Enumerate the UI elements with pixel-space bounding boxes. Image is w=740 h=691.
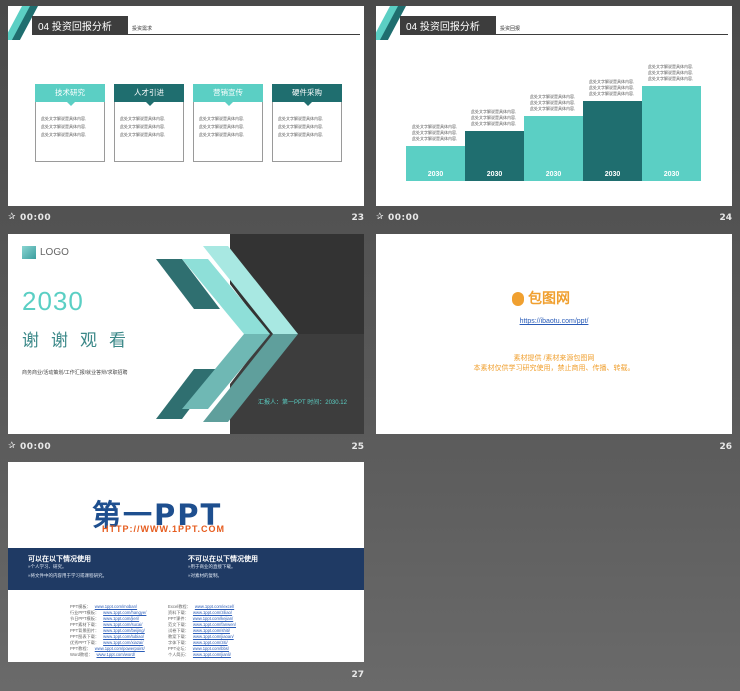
slide-number: 24 bbox=[719, 213, 732, 223]
ibaotu-logo-icon bbox=[512, 292, 524, 307]
slide-timing: 00:00 bbox=[20, 442, 52, 452]
transition-star-icon[interactable]: ✰ bbox=[8, 212, 16, 222]
step-bar-text: 此处文字解说是具体内容, 此处文字解说是具体内容, 此处文字解说是具体内容, bbox=[412, 124, 458, 141]
cannot-use-item: »用于商业的直接下载。 bbox=[188, 564, 236, 569]
slide-timing: 00:00 bbox=[388, 213, 420, 223]
step-bar-label: 2030 bbox=[604, 171, 621, 178]
header-rule bbox=[32, 34, 360, 35]
transition-star-icon[interactable]: ✰ bbox=[8, 441, 16, 451]
slide-title: 04 投资回报分析 bbox=[38, 22, 112, 33]
can-use-item: »将文件中的内容用于学习或课程研究。 bbox=[28, 573, 108, 578]
card-talent: 人才引进 此处文字解说是具体内容, 此处文字解说是具体内容, 此处文字解说是具体内容… bbox=[114, 84, 184, 162]
slide-number: 25 bbox=[351, 442, 364, 452]
card-text: 此处文字解说是具体内容, 此处文字解说是具体内容, 此处文字解说是具体内容, bbox=[120, 116, 166, 137]
card-title: 人才引进 bbox=[114, 84, 184, 102]
ibaotu-logo: 包图网 bbox=[512, 288, 570, 308]
cannot-use-title: 不可以在以下情况使用 bbox=[188, 556, 258, 563]
card-title: 技术研究 bbox=[35, 84, 105, 102]
can-use-item: »个人学习、研究。 bbox=[28, 564, 67, 569]
slide-meta-23: ✰ 00:00 23 bbox=[8, 211, 364, 227]
card-text: 此处文字解说是具体内容, 此处文字解说是具体内容, 此处文字解说是具体内容, bbox=[278, 116, 324, 137]
usage-note: 本素材仅供学习研究使用，禁止商用、传播、转载。 bbox=[473, 365, 635, 372]
card-marketing: 营销宣传 此处文字解说是具体内容, 此处文字解说是具体内容, 此处文字解说是具体内容… bbox=[193, 84, 263, 162]
slide-title: 04 投资回报分析 bbox=[406, 22, 480, 33]
reporter-line: 汇报人：第一PPT 时间：2030.12 bbox=[258, 400, 347, 406]
thanks-title: 谢谢观看 bbox=[22, 331, 138, 350]
slide-thumbnail-24[interactable]: 04 投资回报分析 投资回报 2030 此处文字解说是具体内容, 此处文字解说是具体… bbox=[376, 6, 732, 206]
slide-meta-27: 27 bbox=[8, 668, 364, 684]
slide-meta-25: ✰ 00:00 25 bbox=[8, 440, 364, 456]
step-bar: 2030 bbox=[583, 101, 642, 181]
step-bar-label: 2030 bbox=[486, 171, 503, 178]
brand-url: HTTP://WWW.1PPT.COM bbox=[102, 524, 225, 534]
slide-thumbnail-25[interactable]: LOGO 2030 谢谢观看 商务商业/活动策划/工作汇报/就业答辩/求职招聘 … bbox=[8, 234, 364, 434]
step-bar: 2030 bbox=[406, 146, 465, 181]
slide-meta-24: ✰ 00:00 24 bbox=[376, 211, 732, 227]
step-bar-label: 2030 bbox=[663, 171, 680, 178]
header-rule bbox=[400, 34, 728, 35]
cannot-use-item: »对素材的复制。 bbox=[188, 573, 223, 578]
source-note: 素材提供 /素材来源包图网 bbox=[513, 355, 595, 362]
slide-thumbnail-23[interactable]: 04 投资回报分析 投资需求 技术研究 此处文字解说是具体内容, 此处文字解说是具… bbox=[8, 6, 364, 206]
transition-star-icon[interactable]: ✰ bbox=[376, 212, 384, 222]
card-title: 营销宣传 bbox=[193, 84, 263, 102]
slide-thumbnail-26[interactable]: 包图网 https://ibaotu.com/ppt/ 素材提供 /素材来源包图… bbox=[376, 234, 732, 434]
step-bar-text: 此处文字解说是具体内容, 此处文字解说是具体内容, 此处文字解说是具体内容, bbox=[648, 64, 694, 81]
card-text: 此处文字解说是具体内容, 此处文字解说是具体内容, 此处文字解说是具体内容, bbox=[41, 116, 87, 137]
step-bar-text: 此处文字解说是具体内容, 此处文字解说是具体内容, 此处文字解说是具体内容, bbox=[471, 109, 517, 126]
slide-number: 26 bbox=[719, 442, 732, 452]
slide-meta-26: 26 bbox=[376, 440, 732, 456]
resource-link-row[interactable]: 个人简历： www.1ppt.com/jianli/ bbox=[168, 652, 231, 658]
step-bar: 2030 bbox=[465, 131, 524, 181]
step-bar-label: 2030 bbox=[545, 171, 562, 178]
category-tags: 商务商业/活动策划/工作汇报/就业答辩/求职招聘 bbox=[22, 370, 128, 376]
resource-link-row[interactable]: Word教程： www.1ppt.com/word/ bbox=[70, 652, 135, 658]
step-bar-label: 2030 bbox=[427, 171, 444, 178]
logo-mark bbox=[22, 246, 36, 259]
can-use-title: 可以在以下情况使用 bbox=[28, 556, 91, 563]
step-bar: 2030 bbox=[524, 116, 583, 181]
card-text: 此处文字解说是具体内容, 此处文字解说是具体内容, 此处文字解说是具体内容, bbox=[199, 116, 245, 137]
year-title: 2030 bbox=[22, 286, 84, 316]
slide-number: 23 bbox=[351, 213, 364, 223]
step-bar-text: 此处文字解说是具体内容, 此处文字解说是具体内容, 此处文字解说是具体内容, bbox=[530, 94, 576, 111]
slide-subtitle: 投资需求 bbox=[132, 26, 153, 32]
slide-timing: 00:00 bbox=[20, 213, 52, 223]
step-bar-text: 此处文字解说是具体内容, 此处文字解说是具体内容, 此处文字解说是具体内容, bbox=[589, 79, 635, 96]
card-hardware: 硬件采购 此处文字解说是具体内容, 此处文字解说是具体内容, 此处文字解说是具体内容… bbox=[272, 84, 342, 162]
step-bar: 2030 bbox=[642, 86, 701, 181]
card-tech-research: 技术研究 此处文字解说是具体内容, 此处文字解说是具体内容, 此处文字解说是具体内容… bbox=[35, 84, 105, 162]
card-title: 硬件采购 bbox=[272, 84, 342, 102]
source-link[interactable]: https://ibaotu.com/ppt/ bbox=[376, 318, 732, 325]
slide-number: 27 bbox=[351, 670, 364, 680]
logo-text: LOGO bbox=[40, 247, 69, 258]
slide-subtitle: 投资回报 bbox=[500, 26, 521, 32]
slide-thumbnail-27[interactable]: 第一PPT HTTP://WWW.1PPT.COM 可以在以下情况使用 »个人学… bbox=[8, 462, 364, 662]
